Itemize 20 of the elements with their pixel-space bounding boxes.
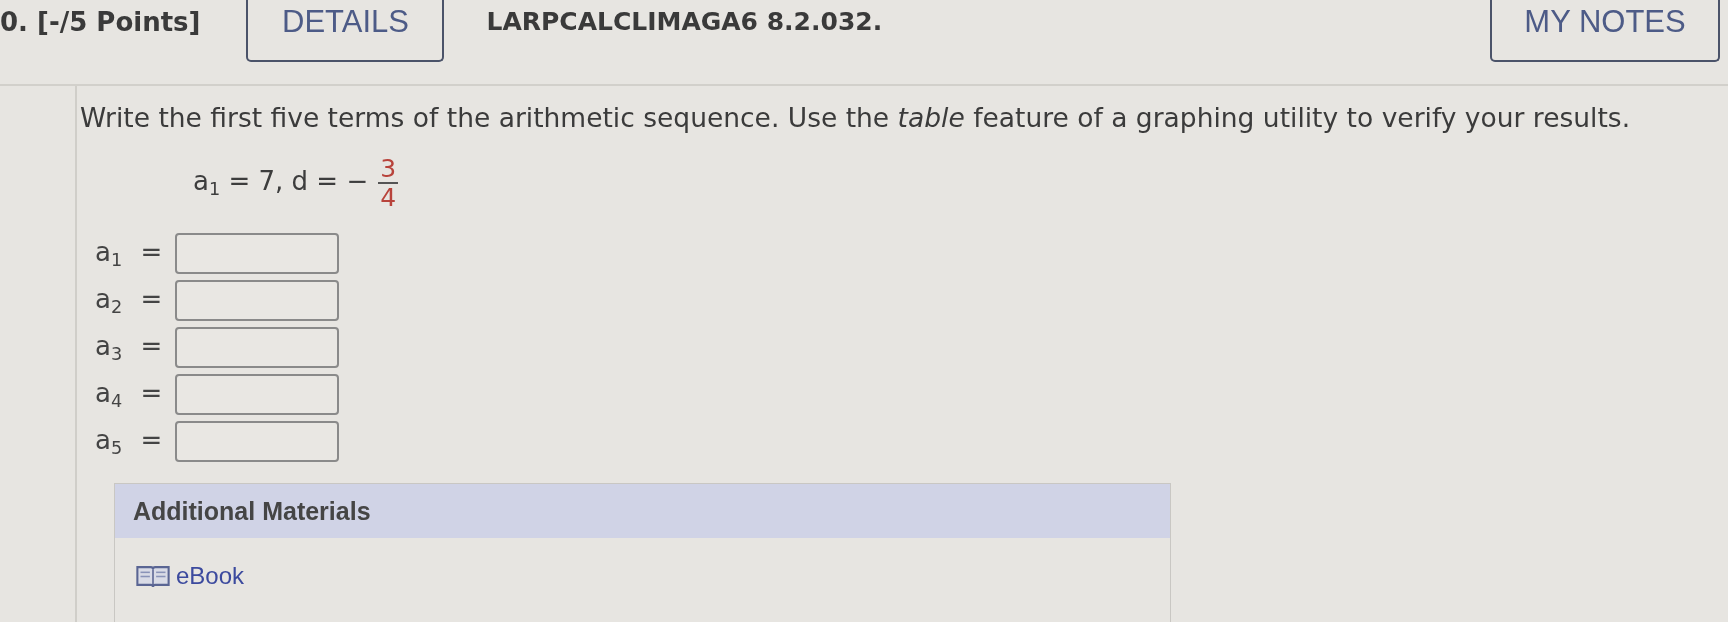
answer-field[interactable] (175, 233, 339, 274)
term-label: a$_{5}$ = (95, 424, 164, 459)
term-label: a$_{3}$ = (95, 330, 164, 365)
term-label: a$_{4}$ = (95, 377, 164, 412)
answer-field[interactable] (175, 421, 339, 462)
answer-field[interactable] (175, 374, 339, 415)
problem-id: LARPCALCLIMAGA6 8.2.032. (486, 6, 883, 38)
given-equation: a$_{1}$ = 7, d = − (193, 166, 369, 200)
my-notes-button[interactable]: MY NOTES (1490, 0, 1720, 62)
book-icon (136, 563, 170, 589)
answer-field[interactable] (175, 280, 339, 321)
points-label: 0. [-/5 Points] (0, 6, 201, 39)
term-label: a$_{1}$ = (95, 236, 164, 271)
panel-title: Additional Materials (115, 484, 1170, 538)
ebook-link[interactable]: eBook (136, 562, 245, 590)
term-label: a$_{2}$ = (95, 283, 164, 318)
details-button[interactable]: DETAILS (246, 0, 445, 62)
fraction: 3 4 (378, 155, 399, 211)
question-text: Write the first five terms of the arithmetic sequence. Use the table feature of a graphing utility to verify your results. (80, 103, 1631, 133)
answer-field[interactable] (175, 327, 339, 368)
